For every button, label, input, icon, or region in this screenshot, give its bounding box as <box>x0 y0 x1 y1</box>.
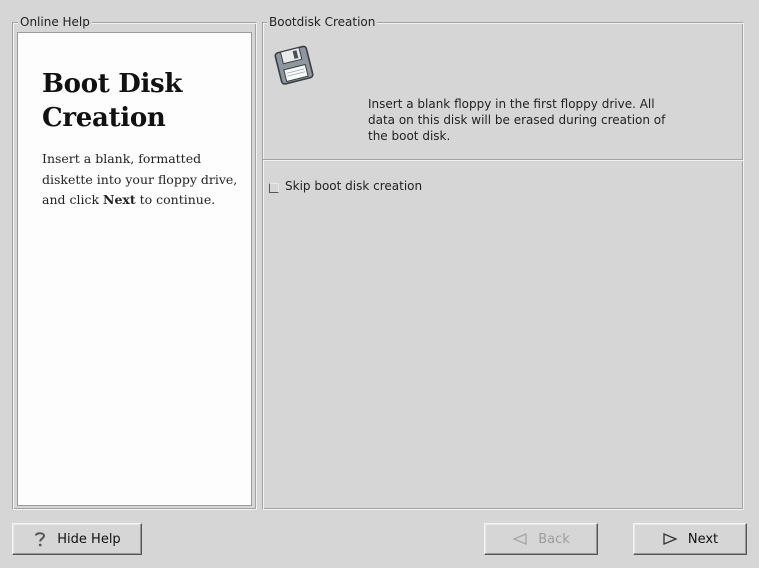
help-question-icon <box>33 530 47 548</box>
floppy-disk-icon <box>274 45 314 85</box>
help-content: Boot Disk Creation Insert a blank, forma… <box>17 32 252 506</box>
hide-help-label: Hide Help <box>57 531 121 547</box>
help-text: Insert a blank, formatted diskette into … <box>42 149 239 211</box>
bootdisk-creation-panel: Bootdisk Creation Insert a blank floppy … <box>262 14 744 510</box>
online-help-label: Online Help <box>18 14 92 30</box>
skip-boot-disk-label[interactable]: Skip boot disk creation <box>285 179 422 193</box>
skip-boot-disk-checkbox[interactable] <box>269 182 279 193</box>
bootdisk-info-area: Insert a blank floppy in the first flopp… <box>263 23 743 160</box>
bootdisk-instructions: Insert a blank floppy in the first flopp… <box>368 97 666 143</box>
help-text-next: Next <box>103 192 136 207</box>
next-button[interactable]: Next <box>633 523 747 555</box>
online-help-panel: Online Help Boot Disk Creation Insert a … <box>12 14 257 510</box>
next-label: Next <box>687 531 719 547</box>
triangle-left-icon <box>512 533 528 545</box>
help-text-end: to continue. <box>135 192 216 207</box>
back-label: Back <box>538 531 570 547</box>
skip-boot-disk-option[interactable]: Skip boot disk creation <box>269 177 422 195</box>
back-button[interactable]: Back <box>484 523 598 555</box>
help-title: Boot Disk Creation <box>42 67 239 135</box>
installer-window: Online Help Boot Disk Creation Insert a … <box>0 0 759 568</box>
triangle-right-icon <box>662 533 678 545</box>
hide-help-button[interactable]: Hide Help <box>12 523 142 555</box>
help-title-line2: Creation <box>42 103 166 133</box>
help-title-line1: Boot Disk <box>42 69 183 99</box>
